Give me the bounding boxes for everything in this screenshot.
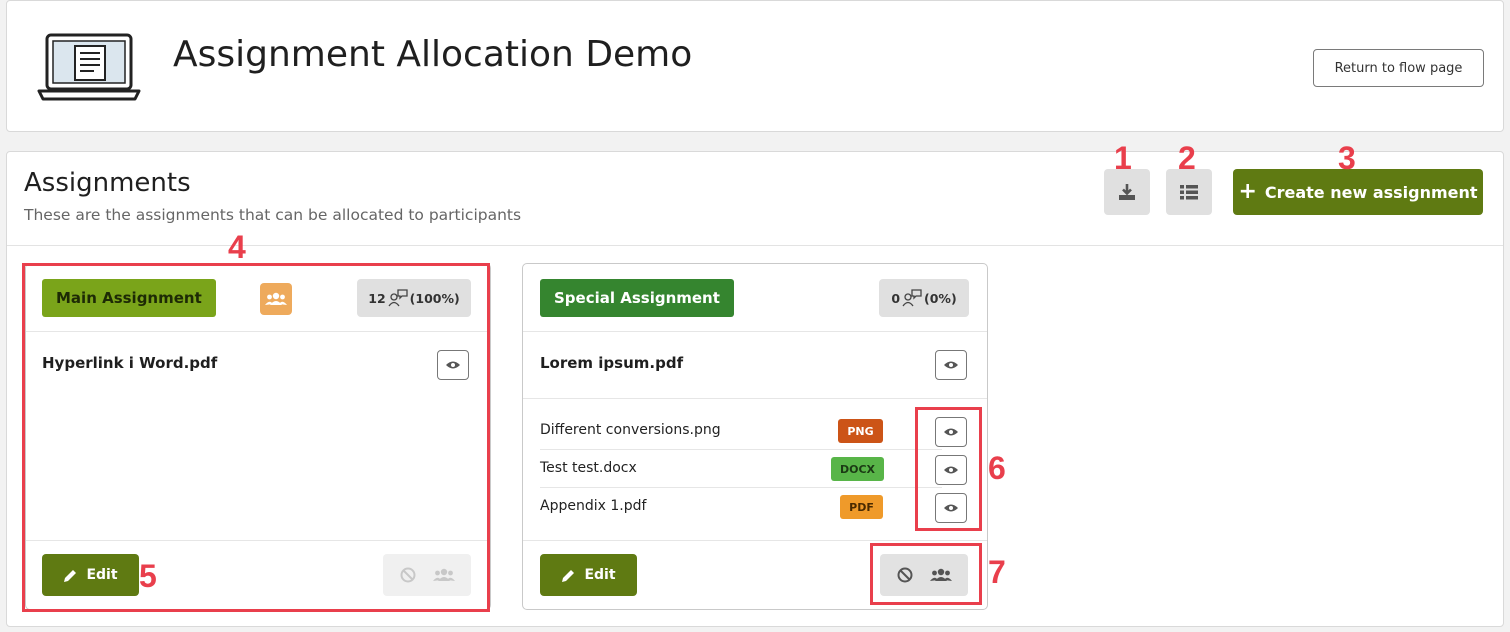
participant-count-badge: 12 (100%): [357, 279, 471, 317]
header-panel: Assignment Allocation Demo Return to flo…: [6, 0, 1504, 132]
participant-count: 12: [368, 290, 386, 306]
card-footer-divider: [523, 540, 987, 541]
file-type-badge: DOCX: [831, 457, 884, 481]
pencil-icon: [64, 569, 77, 582]
assignments-panel: Assignments These are the assignments th…: [6, 151, 1504, 627]
annotation-number-5: 5: [139, 558, 157, 594]
section-title: Assignments: [24, 168, 191, 198]
eye-icon: [944, 361, 958, 369]
users-icon: [265, 292, 287, 305]
participant-percent: (100%): [409, 290, 460, 306]
page-title: Assignment Allocation Demo: [173, 34, 693, 75]
preview-attachment-button[interactable]: [935, 455, 967, 485]
attachment-row: Different conversions.png PNG: [540, 412, 967, 450]
annotation-number-3: 3: [1338, 140, 1356, 176]
annotation-number-6: 6: [988, 450, 1006, 486]
edit-assignment-button[interactable]: Edit: [42, 554, 139, 596]
card-actions: [880, 554, 968, 596]
pencil-icon: [562, 569, 575, 582]
assignment-card-main: Main Assignment 12 (100%) Hyperlink i Wo…: [25, 263, 491, 610]
list-icon: [1180, 185, 1198, 200]
annotation-number-1: 1: [1114, 140, 1132, 176]
edit-label: Edit: [584, 567, 616, 583]
eye-icon: [446, 361, 460, 369]
participant-count: 0: [891, 290, 901, 306]
attachment-name: Different conversions.png: [540, 422, 721, 438]
return-to-flow-button[interactable]: Return to flow page: [1313, 49, 1484, 87]
preview-main-file-button[interactable]: [437, 350, 469, 380]
preview-attachment-button[interactable]: [935, 417, 967, 447]
participant-count-badge: 0 (0%): [879, 279, 969, 317]
attachment-name: Appendix 1.pdf: [540, 498, 647, 514]
assignment-tag: Main Assignment: [42, 279, 216, 317]
laptop-document-icon: [37, 33, 141, 101]
card-footer-divider: [26, 540, 490, 541]
group-assignment-badge: [260, 283, 292, 315]
eye-icon: [944, 504, 958, 512]
file-type-badge: PDF: [840, 495, 883, 519]
card-header: Main Assignment 12 (100%): [26, 264, 490, 332]
card-actions-disabled: [383, 554, 471, 596]
create-assignment-label: Create new assignment: [1264, 182, 1478, 202]
assignment-tag: Special Assignment: [540, 279, 734, 317]
download-icon: [1119, 184, 1135, 200]
annotation-number-7: 7: [988, 554, 1006, 590]
participant-percent: (0%): [924, 290, 957, 306]
eye-icon: [944, 428, 958, 436]
edit-label: Edit: [86, 567, 118, 583]
main-file-name: Hyperlink i Word.pdf: [42, 354, 218, 372]
annotation-number-2: 2: [1178, 140, 1196, 176]
section-subtitle: These are the assignments that can be al…: [24, 206, 522, 224]
preview-attachment-button[interactable]: [935, 493, 967, 523]
assignment-card-special: Special Assignment 0 (0%) Lorem ipsum.pd…: [522, 263, 988, 610]
participant-feedback-icon: [388, 289, 408, 307]
disable-icon: [400, 567, 415, 583]
annotation-number-4: 4: [228, 229, 246, 265]
edit-assignment-button[interactable]: Edit: [540, 554, 637, 596]
disable-icon[interactable]: [897, 567, 913, 583]
preview-main-file-button[interactable]: [935, 350, 967, 380]
main-file-name: Lorem ipsum.pdf: [540, 354, 684, 372]
plus-icon: +: [1238, 179, 1257, 204]
participant-feedback-icon: [902, 289, 922, 307]
users-icon[interactable]: [929, 568, 952, 582]
attachment-row: Appendix 1.pdf PDF: [540, 488, 967, 526]
create-assignment-button[interactable]: + Create new assignment: [1233, 169, 1483, 215]
users-icon: [432, 568, 455, 581]
card-header: Special Assignment 0 (0%): [523, 264, 987, 332]
attachment-name: Test test.docx: [540, 460, 637, 476]
attachments-divider: [523, 398, 987, 399]
eye-icon: [944, 466, 958, 474]
attachment-row: Test test.docx DOCX: [540, 450, 967, 488]
file-type-badge: PNG: [838, 419, 883, 443]
